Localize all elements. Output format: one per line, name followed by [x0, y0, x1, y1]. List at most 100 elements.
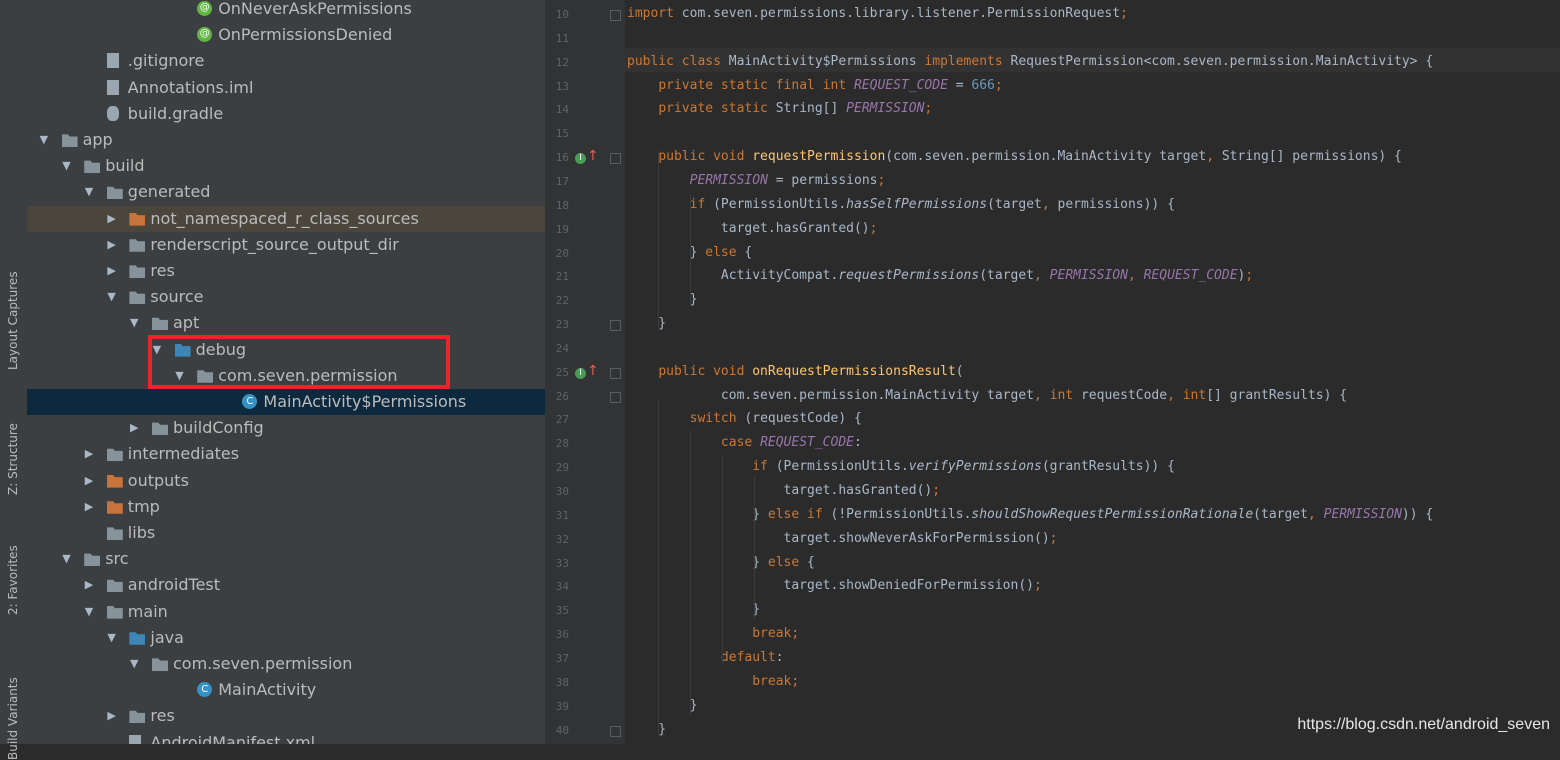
code-token: PERMISSION [1323, 506, 1402, 522]
build-variants-label: Build Variants [6, 677, 20, 760]
collapse-arrow-icon[interactable]: ▶ [85, 500, 93, 513]
code-line: public class MainActivity$Permissions im… [627, 54, 1433, 69]
folder-icon [152, 317, 168, 331]
code-token: ; [1034, 578, 1042, 594]
folder-icon [106, 448, 123, 462]
tree-row[interactable]: ▶ intermediates [27, 441, 545, 467]
expand-arrow-icon[interactable]: ▼ [62, 552, 70, 565]
tree-row[interactable]: @ OnNeverAskPermissions [27, 0, 545, 22]
collapse-arrow-icon[interactable]: ▶ [130, 421, 138, 434]
tree-row-label: renderscript_source_output_dir [150, 234, 399, 254]
expand-arrow-icon[interactable]: ▼ [62, 159, 70, 172]
tool-window-strip: Layout Captures Z: Structure 2: Favorite… [0, 0, 28, 760]
indent-guide [690, 195, 691, 305]
code-token: public class [627, 53, 729, 69]
tree-row[interactable]: ▼ java [27, 625, 545, 651]
code-token: (PermissionUtils. [775, 459, 909, 475]
expand-arrow-icon[interactable]: ▼ [130, 657, 138, 670]
tree-row[interactable]: ▶ not_namespaced_r_class_sources [27, 205, 545, 232]
expand-arrow-icon[interactable]: ▼ [107, 290, 115, 303]
line-number: 26 [555, 389, 569, 403]
tree-row[interactable]: C MainActivity$Permissions [27, 389, 545, 415]
tree-row[interactable]: @ OnPermissionsDenied [27, 22, 545, 48]
folder-icon [129, 265, 146, 278]
line-number: 19 [555, 222, 569, 236]
implements-method-icon[interactable]: I ↑ [575, 363, 599, 382]
code-token: (target [987, 196, 1042, 212]
tree-row[interactable]: ▶ buildConfig [27, 415, 545, 441]
tree-row[interactable]: ▼ apt [27, 310, 545, 336]
code-token: , int [1167, 387, 1207, 403]
folder-icon [152, 422, 168, 436]
tree-row[interactable]: .gitignore [27, 48, 545, 74]
tree-row[interactable]: ▼ build [27, 153, 545, 179]
expand-arrow-icon[interactable]: ▼ [85, 605, 93, 618]
code-line: default: [627, 650, 784, 665]
structure-tab[interactable]: Z: Structure [0, 415, 27, 510]
tree-row[interactable]: ▼ main [27, 599, 545, 625]
code-token: : [853, 435, 862, 451]
fold-marker-icon[interactable] [610, 367, 621, 379]
build-variants-tab[interactable]: Build Variants [0, 665, 27, 760]
code-token: case [720, 435, 761, 451]
collapse-arrow-icon[interactable]: ▶ [107, 709, 115, 722]
expand-arrow-icon[interactable]: ▼ [107, 631, 115, 644]
tree-row-label: Annotations.iml [127, 77, 254, 97]
resource-folder-icon [129, 710, 146, 724]
tree-row-label: AndroidManifest.xml [150, 732, 316, 744]
tree-row[interactable]: AndroidManifest.xml [27, 730, 545, 744]
tree-row[interactable]: ▶ tmp [27, 494, 545, 520]
tree-row[interactable]: ▶ res [27, 703, 545, 729]
tree-row[interactable]: ▶ res [27, 258, 545, 284]
tree-row[interactable]: ▼ source [27, 284, 545, 310]
fold-marker-icon[interactable] [610, 391, 621, 403]
tree-row[interactable]: ▶ outputs [27, 468, 545, 494]
code-editor[interactable]: 10 11 12 13 14 15 16 I ↑ 17 18 19 20 21 22 23 24 25 I ↑ 26 27… [545, 0, 1560, 744]
layout-captures-tab[interactable]: Layout Captures [0, 260, 27, 385]
line-number: 18 [555, 198, 569, 212]
tree-row[interactable]: build.gradle [27, 101, 545, 127]
class-icon: C [197, 682, 213, 698]
collapse-arrow-icon[interactable]: ▶ [85, 474, 93, 487]
tree-row[interactable]: C MainActivity [27, 677, 545, 703]
tree-row[interactable]: ▼ com.seven.permission [27, 651, 545, 677]
code-token: break; [752, 673, 800, 689]
expand-arrow-icon[interactable]: ▼ [40, 133, 48, 146]
tree-row[interactable]: ▼ src [27, 546, 545, 572]
code-token: )) { [1401, 506, 1434, 522]
collapse-arrow-icon[interactable]: ▶ [107, 238, 115, 251]
layout-captures-label: Layout Captures [6, 271, 20, 370]
code-token: implements [924, 53, 1011, 69]
code-line: break; [627, 626, 799, 641]
expand-arrow-icon[interactable]: ▼ [130, 316, 138, 329]
code-token: ; [932, 483, 941, 498]
tree-row[interactable]: ▶ androidTest [27, 572, 545, 598]
tree-row[interactable]: libs [27, 520, 545, 546]
code-line: private static String[] PERMISSION; [627, 101, 932, 116]
line-number: 28 [555, 437, 569, 451]
folder-icon [106, 527, 123, 540]
code-line: public void onRequestPermissionsResult( [627, 364, 963, 379]
folder-icon [106, 579, 123, 593]
expand-arrow-icon[interactable]: ▼ [85, 185, 93, 198]
tree-row[interactable]: ▼ app [27, 127, 545, 153]
collapse-arrow-icon[interactable]: ▶ [85, 447, 93, 460]
tree-row[interactable]: ▼ generated [27, 179, 545, 205]
tree-row[interactable]: ▶ renderscript_source_output_dir [27, 232, 545, 258]
tree-row-label: libs [127, 523, 156, 542]
code-line: switch (requestCode) { [627, 411, 862, 426]
collapse-arrow-icon[interactable]: ▶ [107, 212, 115, 225]
code-token: else if [767, 506, 831, 522]
tree-row[interactable]: Annotations.iml [27, 75, 545, 101]
collapse-arrow-icon[interactable]: ▶ [107, 264, 115, 277]
fold-marker-icon[interactable] [610, 725, 621, 737]
favorites-tab[interactable]: 2: Favorites [0, 540, 27, 635]
fold-marker-icon[interactable] [610, 10, 621, 21]
implements-method-icon[interactable]: I ↑ [575, 148, 599, 167]
watermark: https://blog.csdn.net/android_seven [1297, 716, 1550, 733]
collapse-arrow-icon[interactable]: ▶ [85, 578, 93, 591]
fold-marker-icon[interactable] [610, 320, 621, 332]
fold-marker-icon[interactable] [610, 153, 621, 165]
line-number: 36 [555, 628, 569, 642]
